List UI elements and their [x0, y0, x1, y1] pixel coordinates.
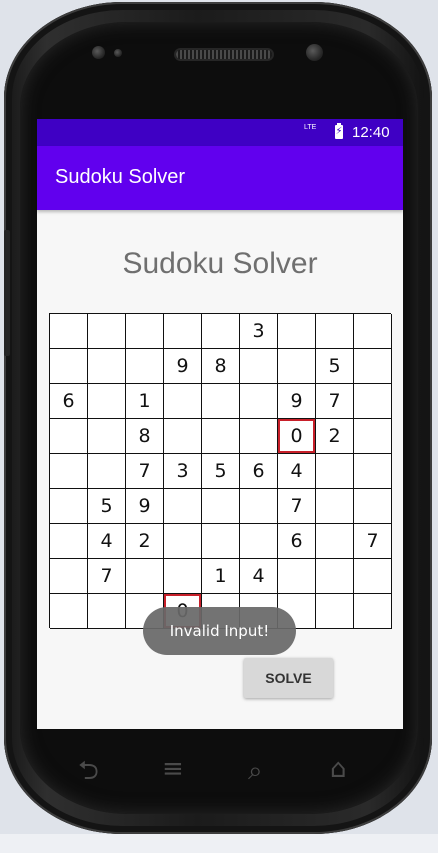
sudoku-cell[interactable] [164, 384, 202, 419]
sudoku-cell[interactable]: 7 [354, 524, 392, 559]
sudoku-cell[interactable] [50, 419, 88, 454]
sudoku-cell[interactable] [354, 384, 392, 419]
sudoku-cell[interactable]: 0 [278, 419, 316, 454]
sudoku-cell[interactable] [88, 349, 126, 384]
sudoku-cell[interactable]: 5 [202, 454, 240, 489]
sudoku-cell[interactable] [88, 454, 126, 489]
sudoku-cell[interactable] [316, 314, 354, 349]
sudoku-cell[interactable] [50, 349, 88, 384]
volume-button[interactable] [4, 230, 10, 356]
sudoku-cell[interactable] [126, 349, 164, 384]
sudoku-cell[interactable] [354, 489, 392, 524]
sudoku-cell[interactable] [164, 489, 202, 524]
sudoku-cell[interactable] [202, 489, 240, 524]
sudoku-cell[interactable] [316, 559, 354, 594]
desktop-strip [0, 834, 438, 853]
sudoku-cell[interactable] [164, 559, 202, 594]
page-title: Sudoku Solver [122, 247, 318, 280]
sudoku-cell[interactable]: 4 [88, 524, 126, 559]
network-indicator: LTE [304, 124, 317, 131]
sudoku-cell[interactable] [202, 314, 240, 349]
sudoku-cell[interactable] [240, 489, 278, 524]
sudoku-cell[interactable] [202, 524, 240, 559]
sudoku-cell[interactable] [164, 314, 202, 349]
sudoku-cell[interactable] [316, 524, 354, 559]
sudoku-cell[interactable]: 3 [164, 454, 202, 489]
sudoku-cell[interactable]: 9 [164, 349, 202, 384]
sudoku-cell[interactable] [354, 454, 392, 489]
sudoku-cell[interactable]: 9 [278, 384, 316, 419]
sudoku-cell[interactable]: 3 [240, 314, 278, 349]
status-clock: 12:40 [352, 124, 390, 141]
sudoku-cell[interactable] [354, 349, 392, 384]
sudoku-cell[interactable]: 5 [316, 349, 354, 384]
sudoku-cell[interactable]: 7 [88, 559, 126, 594]
sudoku-cell[interactable] [126, 559, 164, 594]
sudoku-cell[interactable] [202, 384, 240, 419]
sudoku-cell[interactable]: 2 [126, 524, 164, 559]
sudoku-cell[interactable] [50, 454, 88, 489]
sudoku-cell[interactable] [88, 594, 126, 629]
sudoku-cell[interactable]: 6 [50, 384, 88, 419]
solve-button[interactable]: SOLVE [244, 658, 333, 698]
sudoku-cell[interactable] [164, 524, 202, 559]
sudoku-cell[interactable]: 1 [126, 384, 164, 419]
sudoku-cell[interactable] [278, 314, 316, 349]
sudoku-cell[interactable] [354, 419, 392, 454]
sudoku-cell[interactable]: 6 [240, 454, 278, 489]
sudoku-cell[interactable] [126, 314, 164, 349]
sudoku-cell[interactable] [50, 524, 88, 559]
sudoku-cell[interactable] [354, 594, 392, 629]
sudoku-cell[interactable]: 9 [126, 489, 164, 524]
sudoku-cell[interactable]: 4 [278, 454, 316, 489]
sudoku-cell[interactable] [88, 314, 126, 349]
sudoku-cell[interactable]: 4 [240, 559, 278, 594]
sudoku-cell[interactable]: 2 [316, 419, 354, 454]
sudoku-cell[interactable]: 8 [126, 419, 164, 454]
sudoku-cell[interactable] [50, 489, 88, 524]
battery-icon [335, 123, 343, 139]
home-icon[interactable]: ⌂ [330, 756, 347, 782]
sudoku-cell[interactable]: 5 [88, 489, 126, 524]
app-bar: Sudoku Solver [37, 146, 403, 210]
sudoku-cell[interactable] [278, 349, 316, 384]
status-bar: LTE 12:40 [37, 119, 403, 146]
sudoku-cell[interactable] [50, 594, 88, 629]
sudoku-cell[interactable]: 7 [316, 384, 354, 419]
sudoku-cell[interactable] [202, 419, 240, 454]
sudoku-cell[interactable] [88, 419, 126, 454]
sudoku-cell[interactable] [240, 419, 278, 454]
sudoku-cell[interactable] [240, 384, 278, 419]
sudoku-cell[interactable]: 6 [278, 524, 316, 559]
speaker-grille [176, 50, 272, 59]
sudoku-cell[interactable]: 7 [126, 454, 164, 489]
sudoku-cell[interactable]: 1 [202, 559, 240, 594]
sudoku-cell[interactable] [278, 559, 316, 594]
sudoku-grid: 398561978027356459742677140 [49, 313, 392, 629]
sudoku-cell[interactable] [50, 559, 88, 594]
sudoku-cell[interactable] [316, 594, 354, 629]
menu-icon[interactable]: ≡ [162, 756, 184, 782]
sudoku-cell[interactable] [50, 314, 88, 349]
sudoku-cell[interactable] [316, 454, 354, 489]
app-screen: LTE 12:40 Sudoku Solver Sudoku Solver 39… [37, 119, 403, 729]
sensor-icon [92, 46, 105, 59]
proximity-sensor-icon [114, 49, 122, 57]
sudoku-cell[interactable] [316, 489, 354, 524]
sudoku-cell[interactable] [240, 524, 278, 559]
sudoku-cell[interactable]: 7 [278, 489, 316, 524]
sudoku-cell[interactable] [240, 349, 278, 384]
sudoku-cell[interactable] [354, 314, 392, 349]
app-bar-title: Sudoku Solver [55, 166, 186, 188]
sudoku-cell[interactable] [354, 559, 392, 594]
search-icon[interactable]: ⌕ [248, 758, 263, 784]
front-camera-icon [306, 44, 323, 61]
sudoku-cell[interactable] [164, 419, 202, 454]
back-icon[interactable]: ⮌ [78, 758, 99, 784]
toast-message: Invalid Input! [143, 607, 296, 655]
sudoku-cell[interactable]: 8 [202, 349, 240, 384]
sudoku-cell[interactable] [88, 384, 126, 419]
